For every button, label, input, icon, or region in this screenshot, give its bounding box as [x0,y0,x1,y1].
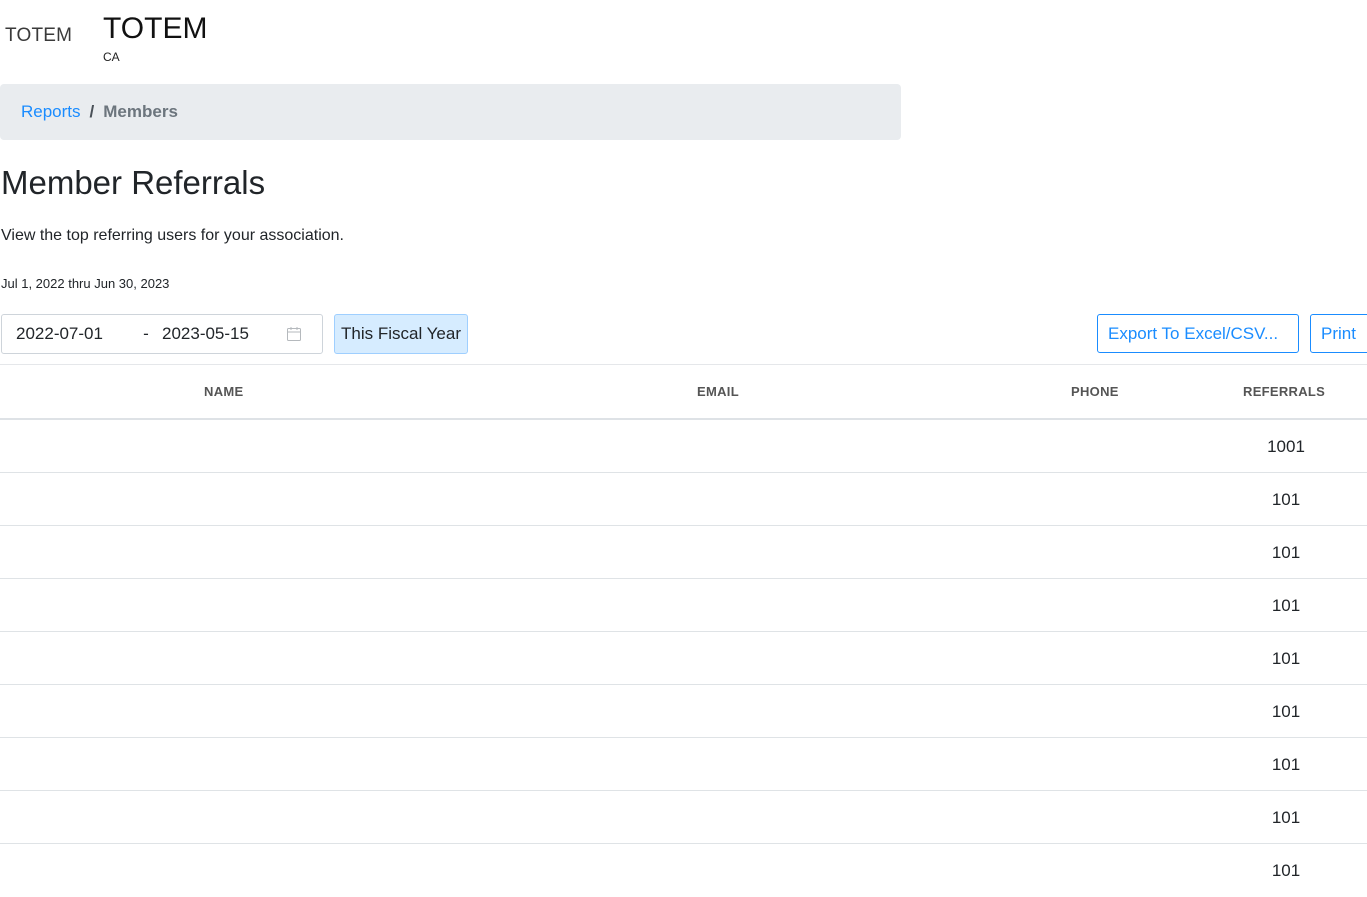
calendar-icon[interactable] [286,326,302,342]
breadcrumb-reports-link[interactable]: Reports [21,102,81,122]
referrals-cell: 101 [1271,754,1301,774]
column-header-phone[interactable]: PHONE [1071,384,1119,399]
column-header-name[interactable]: NAME [204,384,243,399]
referrals-cell: 101 [1271,860,1301,880]
date-range-label: Jul 1, 2022 thru Jun 30, 2023 [1,276,170,291]
referrals-cell: 101 [1271,807,1301,827]
export-csv-button[interactable]: Export To Excel/CSV... [1097,314,1299,353]
breadcrumb-separator: / [89,102,95,121]
table-row[interactable]: 101 [0,738,1367,791]
logo[interactable]: TOTEM [5,25,72,47]
referrals-cell: 1001 [1267,436,1305,456]
page-title: Member Referrals [1,164,266,201]
table-row[interactable]: 101 [0,791,1367,844]
referrals-cell: 101 [1271,489,1301,509]
table-row[interactable]: 1001 [0,420,1367,473]
breadcrumb: Reports / Members [0,84,901,140]
table-row[interactable]: 101 [0,526,1367,579]
referrals-cell: 101 [1271,701,1301,721]
end-date-input[interactable]: 2023-05-15 [162,324,280,344]
table-row[interactable]: 101 [0,579,1367,632]
table-row[interactable]: 101 [0,632,1367,685]
org-subtitle: CA [103,50,120,64]
start-date-input[interactable]: 2022-07-01 [16,324,136,344]
column-header-email[interactable]: EMAIL [697,384,739,399]
app-header: TOTEM TOTEM CA [0,0,600,70]
table-row[interactable]: 101 [0,473,1367,526]
page-description: View the top referring users for your as… [1,227,344,244]
column-header-referrals[interactable]: REFERRALS [1243,384,1325,399]
table-top-divider [0,364,1367,365]
table-row[interactable]: 101 [0,685,1367,738]
this-fiscal-year-button[interactable]: This Fiscal Year [334,314,468,354]
referrals-cell: 101 [1271,595,1301,615]
breadcrumb-current: Members [103,102,178,121]
date-separator: - [143,324,149,343]
date-range-picker[interactable]: 2022-07-01 - 2023-05-15 [1,314,323,354]
referrals-cell: 101 [1271,542,1301,562]
table-row[interactable]: 101 [0,844,1367,897]
referrals-cell: 101 [1271,648,1301,668]
print-button[interactable]: Print [1310,314,1367,353]
org-name: TOTEM [103,12,208,45]
